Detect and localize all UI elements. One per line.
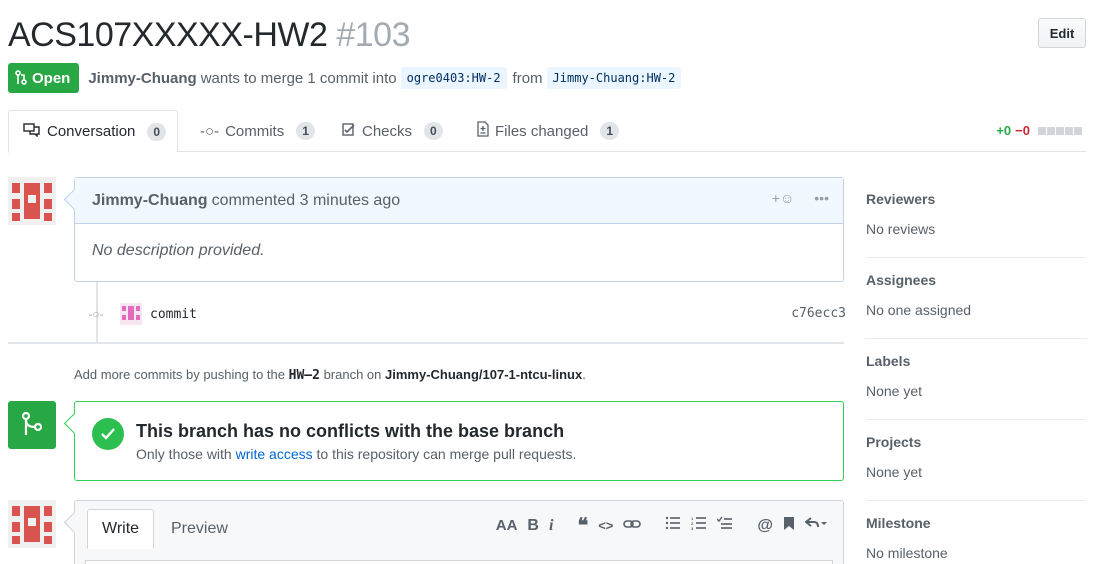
tab-label: Checks: [362, 122, 413, 140]
tab-counter: 0: [424, 122, 443, 140]
unordered-list-icon[interactable]: [665, 516, 681, 535]
tab-label: Conversation: [47, 123, 136, 140]
editor-toolbar: AA B i ❝ <> 123 @: [486, 513, 827, 538]
pr-title-text: ACS107XXXXX-HW2: [8, 16, 328, 54]
file-diff-icon: [477, 121, 489, 141]
pr-number: #103: [336, 16, 410, 54]
merge-status-icon: [8, 401, 56, 449]
comment-author-link[interactable]: Jimmy-Chuang: [92, 192, 208, 210]
base-branch[interactable]: ogre0403:HW-2: [400, 67, 507, 89]
tab-files-changed[interactable]: Files changed 1: [463, 110, 633, 152]
tab-label: Commits: [225, 122, 285, 140]
merge-status-box: This branch has no conflicts with the ba…: [74, 401, 844, 481]
reply-icon[interactable]: [804, 516, 827, 535]
comment-card: Jimmy-Chuang commented 3 minutes ago +☺ …: [74, 177, 844, 282]
ordered-list-icon[interactable]: 123: [691, 516, 707, 535]
sidebar-heading[interactable]: Projects: [866, 434, 1086, 450]
tab-counter: 1: [296, 122, 315, 140]
commit-row: -○- commit c76ecc3: [86, 300, 846, 328]
sidebar-heading[interactable]: Milestone: [866, 515, 1086, 531]
state-badge: Open: [8, 63, 80, 93]
sidebar-heading[interactable]: Assignees: [866, 272, 1086, 288]
bookmark-icon[interactable]: [783, 516, 795, 536]
merge-title: This branch has no conflicts with the ba…: [136, 421, 565, 441]
sidebar-heading[interactable]: Labels: [866, 353, 1086, 369]
commit-icon: -○-: [200, 122, 220, 140]
pr-header: ACS107XXXXX-HW2 #103 Edit: [8, 12, 1086, 60]
tab-preview[interactable]: Preview: [157, 509, 242, 549]
diffstat: +0 −0: [996, 123, 1082, 138]
pr-tabs: Conversation 0 -○- Commits 1 Checks 0 Fi…: [8, 110, 1086, 153]
comment-textarea[interactable]: [85, 560, 833, 564]
commit-sha-link[interactable]: c76ecc3: [791, 306, 846, 321]
comment-header: Jimmy-Chuang commented 3 minutes ago +☺ …: [75, 178, 843, 224]
heading-icon[interactable]: AA: [496, 517, 518, 534]
mention-icon[interactable]: @: [757, 517, 773, 535]
sidebar-value: No milestone: [866, 545, 948, 561]
merge-description: Only those with write access to this rep…: [136, 446, 576, 462]
svg-text:3: 3: [691, 526, 694, 530]
sidebar-value: None yet: [866, 383, 923, 399]
avatar[interactable]: [8, 177, 56, 225]
pull-request-icon: [15, 70, 27, 85]
push-note-branch: HW–2: [288, 368, 320, 383]
pr-meta: Open Jimmy-Chuang wants to merge 1 commi…: [8, 63, 687, 93]
comment-body: No description provided.: [92, 242, 265, 259]
add-reaction-icon[interactable]: +☺: [772, 190, 794, 206]
push-note-suffix: .: [582, 367, 586, 382]
comment-timestamp[interactable]: commented 3 minutes ago: [212, 192, 401, 210]
push-note: Add more commits by pushing to the HW–2 …: [74, 367, 586, 383]
sidebar-projects: Projects None yet: [866, 420, 1086, 501]
link-icon[interactable]: [623, 517, 642, 535]
sidebar-reviewers: Reviewers No reviews: [866, 177, 1086, 258]
tab-write[interactable]: Write: [87, 509, 155, 549]
tab-label: Files changed: [495, 122, 589, 140]
italic-icon[interactable]: i: [549, 517, 553, 535]
quote-icon[interactable]: ❝: [577, 513, 588, 538]
diffstat-deletions: −0: [1015, 123, 1030, 138]
pr-author-link[interactable]: Jimmy-Chuang: [88, 70, 196, 87]
diffstat-blocks: [1038, 126, 1082, 135]
code-icon[interactable]: <>: [598, 518, 613, 533]
check-icon: [92, 418, 124, 450]
checklist-icon: [342, 122, 356, 140]
sidebar-value: No reviews: [866, 221, 936, 237]
sidebar-assignees: Assignees No one assigned: [866, 258, 1086, 339]
from-text: from: [512, 69, 543, 87]
tab-conversation[interactable]: Conversation 0: [8, 110, 178, 153]
commit-avatar[interactable]: [120, 303, 142, 325]
sidebar: Reviewers No reviews Assignees No one as…: [866, 177, 1086, 564]
head-branch[interactable]: Jimmy-Chuang:HW-2: [546, 67, 682, 89]
sidebar-milestone: Milestone No milestone: [866, 501, 1086, 564]
merge-text: wants to merge 1 commit into: [200, 69, 397, 87]
more-options-icon[interactable]: •••: [814, 190, 829, 206]
push-note-middle: branch on: [323, 367, 382, 382]
avatar[interactable]: [8, 500, 56, 548]
sidebar-heading[interactable]: Reviewers: [866, 191, 1086, 207]
sidebar-value: No one assigned: [866, 302, 972, 318]
write-access-link[interactable]: write access: [236, 446, 313, 462]
new-comment-box: Write Preview AA B i ❝ <> 123 @: [74, 500, 844, 564]
sidebar-value: None yet: [866, 464, 923, 480]
task-list-icon[interactable]: [716, 516, 733, 535]
commit-message-link[interactable]: commit: [150, 307, 197, 322]
tab-commits[interactable]: -○- Commits 1: [186, 110, 329, 152]
merge-desc-prefix: Only those with: [136, 446, 232, 462]
tab-counter: 0: [147, 122, 167, 141]
edit-button[interactable]: Edit: [1038, 18, 1086, 48]
push-note-repo: Jimmy-Chuang/107-1-ntcu-linux: [385, 367, 583, 382]
tab-checks[interactable]: Checks 0: [328, 110, 457, 152]
bold-icon[interactable]: B: [527, 517, 539, 535]
conversation-icon: [23, 122, 41, 141]
sidebar-labels: Labels None yet: [866, 339, 1086, 420]
tab-counter: 1: [600, 122, 620, 140]
diffstat-additions: +0: [996, 123, 1012, 138]
state-label: Open: [32, 69, 71, 87]
merge-desc-suffix: to this repository can merge pull reques…: [316, 446, 577, 462]
push-note-prefix: Add more commits by pushing to the: [74, 367, 285, 382]
timeline-divider: [8, 342, 844, 344]
commit-node-icon: -○-: [88, 307, 104, 321]
pr-title: ACS107XXXXX-HW2 #103: [8, 16, 410, 55]
